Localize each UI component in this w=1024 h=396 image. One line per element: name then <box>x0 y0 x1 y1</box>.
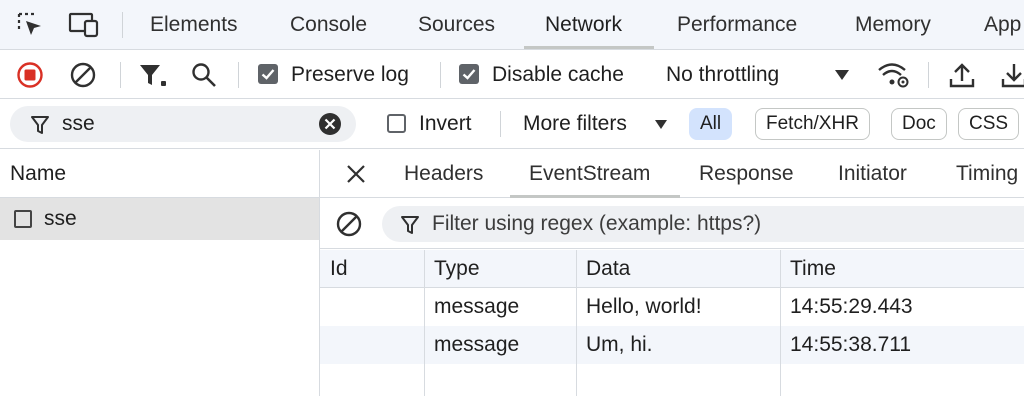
table-row[interactable]: message Um, hi. 14:55:38.711 <box>320 326 1024 364</box>
filter-doc-pill[interactable]: Doc <box>891 108 947 140</box>
tab-response[interactable]: Response <box>699 150 794 198</box>
close-icon[interactable] <box>346 164 366 184</box>
column-divider <box>780 250 781 396</box>
event-id <box>320 288 330 326</box>
network-toolbar: Preserve log Disable cache No throttling <box>0 50 1024 99</box>
tab-sources[interactable]: Sources <box>418 0 495 49</box>
request-list: Name sse <box>0 150 320 396</box>
clear-filter-icon[interactable] <box>318 112 342 136</box>
network-conditions-icon[interactable] <box>877 61 911 89</box>
regex-filter-box <box>382 206 1024 242</box>
search-icon[interactable] <box>190 61 218 89</box>
divider <box>120 62 121 88</box>
document-icon <box>14 210 32 228</box>
filter-fetch-xhr-pill[interactable]: Fetch/XHR <box>755 108 870 140</box>
divider <box>928 62 929 88</box>
tab-network[interactable]: Network <box>545 0 622 49</box>
request-details: Headers EventStream Response Initiator T… <box>320 150 1024 396</box>
name-column-header[interactable]: Name <box>0 150 319 198</box>
filter-icon <box>31 116 49 134</box>
event-data: Hello, world! <box>586 295 702 318</box>
column-header-time[interactable]: Time <box>780 250 1024 288</box>
event-type: message <box>434 295 520 318</box>
throttling-select[interactable]: No throttling <box>666 50 779 99</box>
eventstream-filter-bar <box>320 199 1024 249</box>
preserve-log-label[interactable]: Preserve log <box>291 50 409 99</box>
chevron-down-icon[interactable] <box>654 119 668 130</box>
event-time: 14:55:29.443 <box>790 295 913 318</box>
tab-initiator[interactable]: Initiator <box>838 150 907 198</box>
chevron-down-icon[interactable] <box>834 69 850 81</box>
column-header-data[interactable]: Data <box>576 250 780 288</box>
filter-icon <box>401 216 419 234</box>
detail-tabbar: Headers EventStream Response Initiator T… <box>320 150 1024 198</box>
invert-checkbox[interactable] <box>387 114 406 133</box>
filter-box <box>10 106 356 142</box>
event-type: message <box>434 333 520 356</box>
tab-application[interactable]: App <box>984 0 1021 49</box>
clear-events-icon[interactable] <box>335 210 363 238</box>
tab-console[interactable]: Console <box>290 0 367 49</box>
column-divider <box>424 250 425 396</box>
device-toolbar-icon[interactable] <box>68 12 100 38</box>
column-header-id[interactable]: Id <box>320 250 424 288</box>
tab-eventstream[interactable]: EventStream <box>529 150 650 198</box>
export-har-icon[interactable] <box>1000 61 1024 89</box>
request-row[interactable]: sse <box>0 198 319 240</box>
tab-elements[interactable]: Elements <box>150 0 238 49</box>
filter-toggle-icon[interactable] <box>138 62 168 88</box>
table-row[interactable]: message Hello, world! 14:55:29.443 <box>320 288 1024 326</box>
divider <box>122 12 123 38</box>
active-detail-tab-indicator <box>510 195 680 198</box>
request-name: sse <box>44 207 77 230</box>
column-header-type[interactable]: Type <box>424 250 576 288</box>
regex-filter-input[interactable] <box>432 210 992 238</box>
divider <box>500 111 501 137</box>
disable-cache-checkbox[interactable] <box>459 64 479 84</box>
filter-bar: Invert More filters All Fetch/XHR Doc CS… <box>0 99 1024 149</box>
disable-cache-label[interactable]: Disable cache <box>492 50 624 99</box>
import-har-icon[interactable] <box>948 61 976 89</box>
preserve-log-checkbox[interactable] <box>258 64 278 84</box>
event-data: Um, hi. <box>586 333 653 356</box>
tab-performance[interactable]: Performance <box>677 0 797 49</box>
filter-input[interactable] <box>62 110 312 138</box>
devtools-tabbar: Elements Console Sources Network Perform… <box>0 0 1024 50</box>
column-divider <box>576 250 577 396</box>
tab-headers[interactable]: Headers <box>404 150 483 198</box>
record-icon[interactable] <box>16 61 44 89</box>
tab-timing[interactable]: Timing <box>956 150 1018 198</box>
eventstream-table: Id Type Data Time message Hello, world! … <box>320 250 1024 396</box>
event-time: 14:55:38.711 <box>790 333 912 356</box>
event-id <box>320 326 330 364</box>
invert-label[interactable]: Invert <box>419 99 472 149</box>
tab-memory[interactable]: Memory <box>855 0 931 49</box>
filter-all-pill[interactable]: All <box>689 108 733 140</box>
inspect-element-icon[interactable] <box>17 12 45 38</box>
filter-css-pill[interactable]: CSS <box>958 108 1020 140</box>
active-tab-indicator <box>524 46 654 49</box>
more-filters-button[interactable]: More filters <box>523 99 627 149</box>
divider <box>440 62 441 88</box>
clear-icon[interactable] <box>69 61 97 89</box>
divider <box>238 62 239 88</box>
